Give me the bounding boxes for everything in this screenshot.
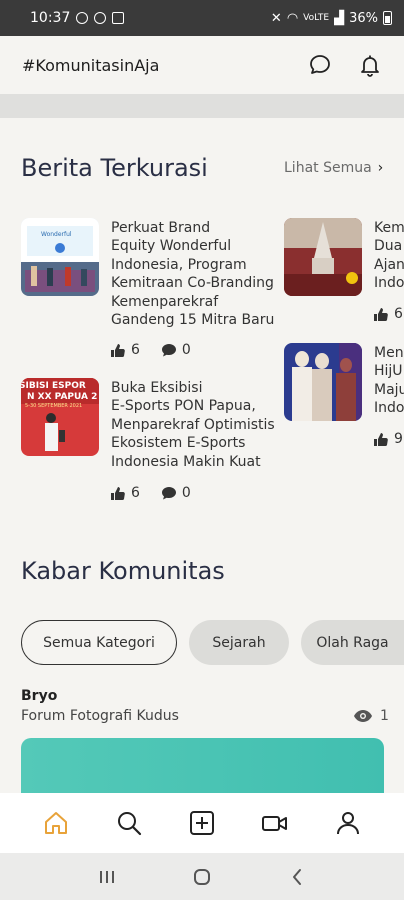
add-post-icon: [189, 811, 214, 835]
system-nav-bar: [0, 853, 404, 900]
comment-count: 0: [181, 485, 191, 501]
nav-video[interactable]: [253, 801, 297, 845]
chat-bubble-icon[interactable]: [308, 53, 332, 77]
nav-search[interactable]: [107, 801, 151, 845]
news-headline: Perkuat Brand Equity Wonderful Indonesia…: [111, 220, 275, 329]
like-count: 9: [394, 431, 403, 447]
notification-icon: [76, 12, 89, 24]
news-stats: 6: [374, 306, 404, 322]
back-button[interactable]: [282, 862, 312, 892]
video-icon: [261, 816, 287, 831]
bottom-nav: [0, 793, 404, 853]
comment-icon[interactable]: [161, 343, 176, 357]
like-icon[interactable]: [111, 486, 125, 500]
battery-icon: [383, 11, 392, 25]
home-icon: [45, 812, 68, 834]
news-thumbnail: [284, 218, 362, 296]
svg-text:5-30 SEPTEMBER 2021: 5-30 SEPTEMBER 2021: [25, 403, 82, 409]
eye-icon: [354, 710, 372, 722]
section-title-berita: Berita Terkurasi: [21, 154, 208, 182]
svg-text:SIBISI ESPOR: SIBISI ESPOR: [21, 381, 86, 391]
post-community[interactable]: Forum Fotografi Kudus: [21, 708, 179, 724]
comment-count: 0: [181, 342, 191, 358]
wifi-icon: ◠: [286, 10, 299, 26]
post-image[interactable]: [21, 738, 384, 798]
app-title: #KomunitasinAja: [22, 55, 160, 75]
back-icon: [292, 868, 301, 885]
like-icon[interactable]: [374, 432, 388, 446]
news-headline: Kem Dua Ajan Indo: [374, 220, 404, 292]
home-circle-icon: [193, 868, 210, 885]
nav-profile[interactable]: [326, 801, 370, 845]
profile-icon: [336, 812, 359, 835]
svg-text:Wonderful: Wonderful: [41, 231, 72, 238]
bell-icon[interactable]: [358, 53, 382, 77]
see-all-link[interactable]: Lihat Semua ›: [284, 160, 383, 176]
signal-label: VoLTE: [303, 12, 330, 23]
news-stats: 6 0: [111, 485, 213, 501]
recent-apps-icon: [100, 870, 115, 883]
battery-percent: 36%: [349, 10, 378, 26]
like-icon[interactable]: [374, 307, 388, 321]
comment-icon[interactable]: [161, 486, 176, 500]
like-count: 6: [394, 306, 403, 322]
like-count: 6: [131, 485, 140, 501]
section-title-kabar: Kabar Komunitas: [21, 557, 225, 585]
chip-semua-kategori[interactable]: Semua Kategori: [21, 620, 177, 665]
chip-olah-raga[interactable]: Olah Raga: [301, 620, 404, 665]
home-button[interactable]: [187, 862, 217, 892]
news-headline: Buka Eksibisi E-Sports PON Papua, Menpar…: [111, 380, 275, 470]
app-header: #KomunitasinAja: [0, 36, 404, 94]
see-all-label: Lihat Semua: [284, 160, 372, 176]
news-headline: Men HijU Maju Indo: [374, 345, 404, 417]
chevron-right-icon: ›: [377, 160, 384, 176]
news-thumbnail: [284, 343, 362, 421]
nav-home[interactable]: [34, 801, 78, 845]
news-thumbnail: Wonderful: [21, 218, 99, 296]
signal-icon: ▟: [334, 10, 345, 26]
gallery-icon: [112, 12, 125, 24]
svg-text:N XX PAPUA 2: N XX PAPUA 2: [27, 392, 97, 402]
status-bar: 10:37 ✕ ◠ VoLTE ▟ 36%: [0, 0, 404, 36]
mute-icon: ✕: [270, 10, 282, 26]
search-icon: [118, 812, 142, 836]
view-count: 1: [380, 708, 389, 724]
nav-add-post[interactable]: [180, 801, 224, 845]
recent-apps-button[interactable]: [92, 862, 122, 892]
app-notification-icon: [94, 12, 107, 24]
banner-strip[interactable]: [0, 94, 404, 118]
news-stats: 6 0: [111, 342, 213, 358]
post-author[interactable]: Bryo: [21, 688, 57, 704]
news-thumbnail: SIBISI ESPOR N XX PAPUA 2 5-30 SEPTEMBER…: [21, 378, 99, 456]
post-views: 1: [354, 708, 389, 724]
chip-sejarah[interactable]: Sejarah: [189, 620, 289, 665]
news-stats: 9: [374, 431, 404, 447]
status-time: 10:37: [30, 10, 71, 26]
like-count: 6: [131, 342, 140, 358]
like-icon[interactable]: [111, 343, 125, 357]
